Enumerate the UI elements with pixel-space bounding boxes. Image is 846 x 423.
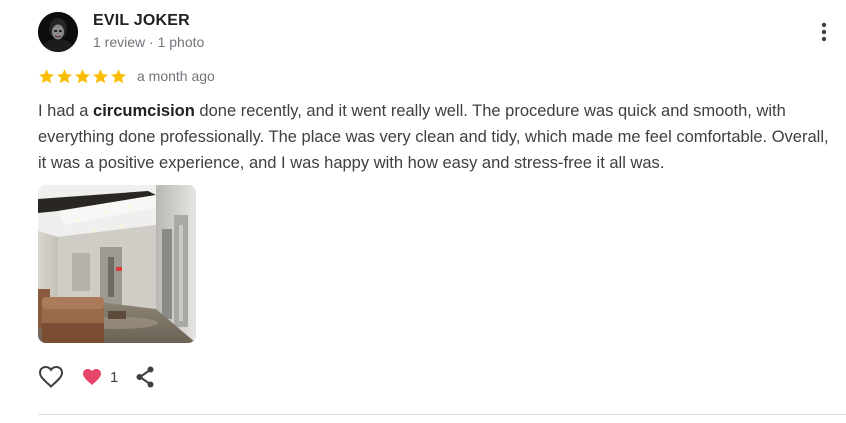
reviewer-meta: 1 review · 1 photo — [93, 34, 205, 50]
review-photo[interactable] — [38, 185, 196, 343]
more-options-button[interactable] — [812, 20, 836, 44]
star-rating — [38, 68, 127, 85]
review-text-before: I had a — [38, 102, 94, 120]
heart-outline-icon — [38, 365, 64, 388]
star-icon — [57, 68, 72, 83]
reaction-count: 1 — [110, 368, 119, 386]
reviewer-avatar[interactable] — [38, 12, 78, 52]
joker-avatar-icon — [38, 12, 78, 52]
pink-heart-icon — [83, 369, 101, 385]
star-icon — [111, 68, 126, 83]
review-card: EVIL JOKER 1 review · 1 photo a month ag… — [0, 0, 846, 423]
review-actions: 1 — [38, 363, 158, 391]
share-button[interactable] — [132, 364, 158, 390]
like-button[interactable] — [38, 364, 64, 390]
rating-row: a month ago — [38, 66, 215, 86]
star-icon — [75, 68, 90, 83]
review-date: a month ago — [137, 68, 215, 84]
divider — [38, 414, 846, 415]
clinic-hallway-photo-icon — [38, 185, 196, 343]
review-text-bold: circumcision — [93, 102, 195, 120]
star-icon — [93, 68, 108, 83]
share-icon — [136, 366, 154, 388]
reviewer-name[interactable]: EVIL JOKER — [93, 12, 190, 30]
more-vert-icon — [821, 22, 827, 42]
reaction-summary: 1 — [82, 368, 118, 386]
review-text: I had a circumcision done recently, and … — [38, 98, 838, 176]
star-icon — [39, 68, 54, 83]
